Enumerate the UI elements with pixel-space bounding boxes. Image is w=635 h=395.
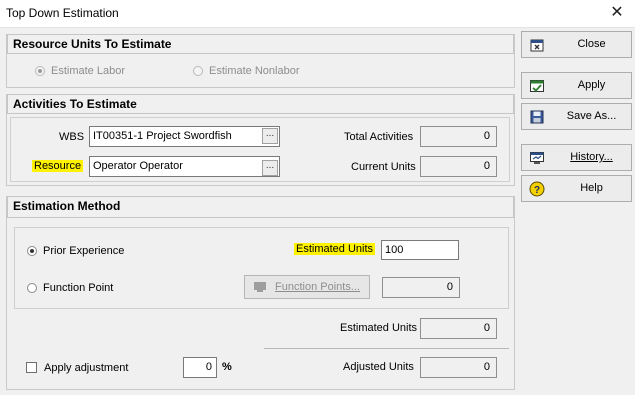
total-activities-value: 0	[420, 126, 497, 147]
apply-button-label: Apply	[577, 79, 606, 91]
svg-text:?: ?	[534, 185, 540, 196]
apply-adjustment-label: Apply adjustment	[44, 362, 129, 374]
wbs-field[interactable]: IT00351-1 Project Swordfish	[89, 126, 280, 147]
function-points-icon	[254, 282, 266, 292]
close-dialog-icon	[530, 39, 544, 52]
function-points-button[interactable]: Function Points...	[244, 275, 370, 299]
apply-adjustment-checkbox[interactable]	[26, 362, 37, 373]
title-bar: Top Down Estimation ✕	[0, 0, 635, 28]
adjusted-units-label: Adjusted Units	[343, 361, 414, 373]
apply-button[interactable]: Apply	[521, 72, 632, 99]
function-points-button-label: Function Points...	[275, 281, 360, 293]
prior-experience-radio[interactable]	[27, 246, 37, 256]
save-disk-icon	[530, 110, 544, 124]
wbs-browse-button[interactable]: ...	[262, 128, 278, 144]
help-button-label: Help	[580, 182, 603, 194]
percent-sign: %	[222, 361, 232, 373]
estimate-nonlabor-radio[interactable]	[193, 66, 203, 76]
estimated-units-label: Estimated Units	[340, 322, 418, 334]
estimate-nonlabor-label: Estimate Nonlabor	[209, 65, 300, 77]
current-units-label: Current Units	[351, 161, 416, 173]
close-button-label: Close	[577, 38, 606, 50]
prior-experience-label: Prior Experience	[43, 245, 125, 257]
window-close-icon[interactable]: ✕	[606, 3, 628, 23]
close-button[interactable]: Close	[521, 31, 632, 58]
history-button-label: History...	[570, 151, 613, 163]
history-button[interactable]: History...	[521, 144, 632, 171]
help-button[interactable]: ? Help	[521, 175, 632, 202]
estimated-units-value: 0	[420, 318, 497, 339]
estimated-units-input-label: Estimated Units	[294, 243, 376, 255]
estimation-method-header: Estimation Method	[7, 196, 514, 218]
activities-header: Activities To Estimate	[7, 94, 514, 114]
resource-field[interactable]: Operator Operator	[89, 156, 280, 177]
save-as-button[interactable]: Save As...	[521, 103, 632, 130]
units-separator	[264, 348, 509, 349]
apply-icon	[530, 80, 544, 92]
function-point-label: Function Point	[43, 282, 114, 294]
history-icon	[530, 152, 544, 164]
resource-browse-button[interactable]: ...	[262, 160, 278, 176]
wbs-label: WBS	[59, 131, 85, 143]
help-icon: ?	[529, 181, 545, 197]
total-activities-label: Total Activities	[344, 131, 414, 143]
estimate-labor-radio[interactable]	[35, 66, 45, 76]
estimate-labor-label: Estimate Labor	[51, 65, 125, 77]
window-title: Top Down Estimation	[6, 6, 119, 20]
estimated-units-input[interactable]: 100	[381, 240, 459, 260]
resource-label: Resource	[32, 160, 84, 172]
adjusted-units-value: 0	[420, 357, 497, 378]
function-points-value: 0	[382, 277, 460, 298]
adjustment-percent-field[interactable]: 0	[183, 357, 217, 378]
function-point-radio[interactable]	[27, 283, 37, 293]
resource-units-header: Resource Units To Estimate	[7, 34, 514, 54]
save-as-button-label: Save As...	[566, 110, 617, 122]
current-units-value: 0	[420, 156, 497, 177]
